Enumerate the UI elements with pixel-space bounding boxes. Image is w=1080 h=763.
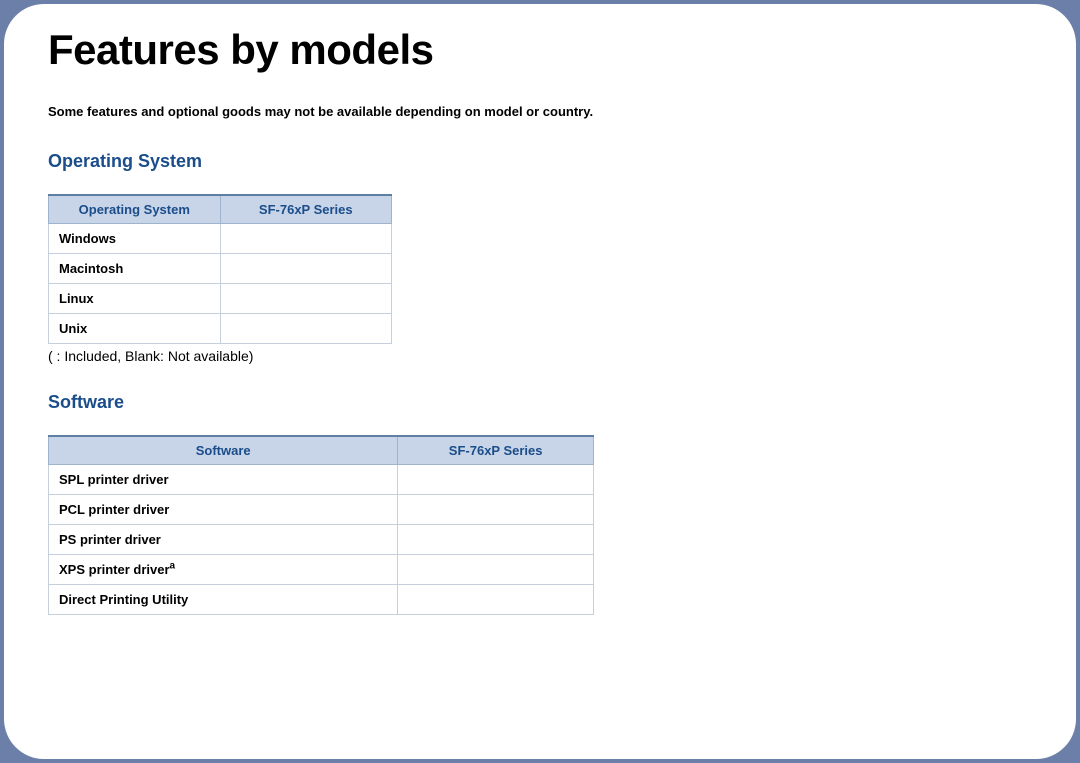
sw-table-header-col2: SF-76xP Series	[398, 436, 594, 465]
sw-table-header-col1: Software	[49, 436, 398, 465]
section-heading-os: Operating System	[48, 151, 1032, 172]
sw-row-value	[398, 495, 594, 525]
table-row: PS printer driver	[49, 525, 594, 555]
document-page: Features by models Some features and opt…	[4, 4, 1076, 759]
os-row-value	[220, 284, 391, 314]
sw-row-value	[398, 465, 594, 495]
os-table-legend: ( : Included, Blank: Not available)	[48, 348, 1032, 364]
sw-row-label: PCL printer driver	[49, 495, 398, 525]
page-title: Features by models	[48, 26, 1032, 74]
os-row-label: Macintosh	[49, 254, 221, 284]
section-heading-sw: Software	[48, 392, 1032, 413]
sw-row-value	[398, 555, 594, 585]
table-row: SPL printer driver	[49, 465, 594, 495]
os-row-value	[220, 254, 391, 284]
sw-row-value	[398, 585, 594, 615]
table-row: PCL printer driver	[49, 495, 594, 525]
sw-row-label: PS printer driver	[49, 525, 398, 555]
sw-row-label: SPL printer driver	[49, 465, 398, 495]
table-row: Unix	[49, 314, 392, 344]
sw-row-label: Direct Printing Utility	[49, 585, 398, 615]
os-row-value	[220, 224, 391, 254]
sw-row-label: XPS printer drivera	[49, 555, 398, 585]
os-row-label: Windows	[49, 224, 221, 254]
table-row: Macintosh	[49, 254, 392, 284]
table-row: XPS printer drivera	[49, 555, 594, 585]
os-row-value	[220, 314, 391, 344]
table-row: Linux	[49, 284, 392, 314]
os-row-label: Linux	[49, 284, 221, 314]
os-row-label: Unix	[49, 314, 221, 344]
os-table-header-col1: Operating System	[49, 195, 221, 224]
sw-row-value	[398, 525, 594, 555]
intro-text: Some features and optional goods may not…	[48, 104, 1032, 119]
sw-table: Software SF-76xP Series SPL printer driv…	[48, 435, 594, 615]
table-row: Direct Printing Utility	[49, 585, 594, 615]
table-row: Windows	[49, 224, 392, 254]
os-table: Operating System SF-76xP Series Windows …	[48, 194, 392, 344]
os-table-header-col2: SF-76xP Series	[220, 195, 391, 224]
